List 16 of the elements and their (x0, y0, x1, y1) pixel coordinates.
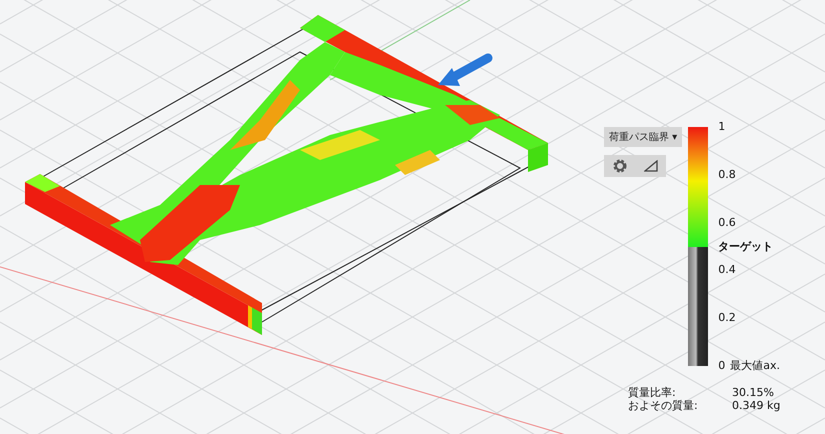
result-type-dropdown[interactable]: 荷重パス臨界 ▾ (604, 127, 682, 147)
stat-label: 質量比率: (628, 386, 677, 399)
triangle-icon (644, 160, 658, 172)
max-label: 最大値ax. (730, 358, 780, 374)
stat-value: 30.15% (732, 386, 774, 399)
arrow-icon (438, 54, 492, 86)
scale-label: 0 (718, 358, 726, 374)
settings-icon (612, 158, 628, 174)
scale-label: 0.4 (718, 262, 736, 278)
scale-label: 0.8 (718, 166, 736, 183)
scale-label: 0.2 (718, 310, 736, 326)
scale-label: 0.6 (718, 214, 736, 231)
stat-value: 0.349 kg (732, 399, 780, 412)
scale-label: 1 (718, 119, 726, 135)
target-label: ターゲット (718, 238, 774, 254)
stat-label: およその質量: (628, 399, 699, 412)
